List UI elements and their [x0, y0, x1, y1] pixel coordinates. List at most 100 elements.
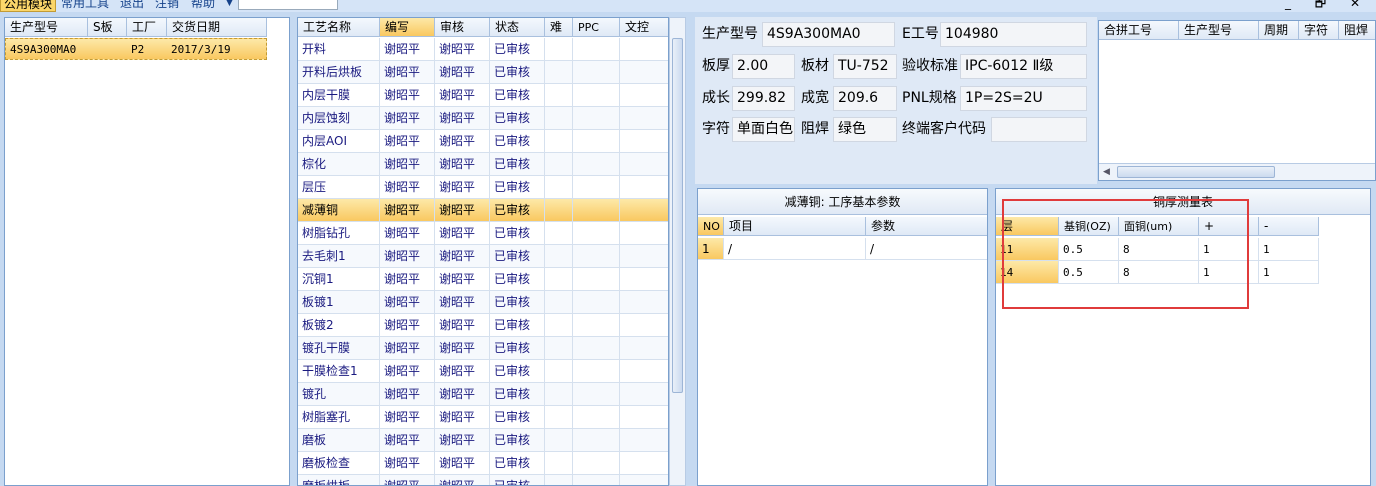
- empty-cell: [573, 130, 620, 153]
- empty-cell: [620, 268, 668, 291]
- param-item: /: [724, 238, 866, 260]
- field-e-number[interactable]: 104980: [940, 22, 1087, 47]
- col-merge-char[interactable]: 字符: [1299, 21, 1339, 40]
- process-status: 已审核: [490, 222, 545, 245]
- empty-cell: [545, 199, 573, 222]
- process-status: 已审核: [490, 38, 545, 61]
- process-status: 已审核: [490, 268, 545, 291]
- splitter-left[interactable]: [290, 17, 297, 486]
- menu-common-tools[interactable]: 常用工具: [58, 0, 112, 12]
- window-controls[interactable]: _ 🗗 ✕: [1285, 0, 1370, 12]
- empty-cell: [620, 61, 668, 84]
- empty-cell: [573, 406, 620, 429]
- merge-grid: 合拼工号 生产型号 周期 字符 阻焊 ◀: [1098, 20, 1376, 181]
- field-length[interactable]: 299.82: [732, 86, 795, 111]
- process-name: 树脂塞孔: [298, 406, 380, 429]
- empty-cell: [545, 130, 573, 153]
- empty-cell: [573, 153, 620, 176]
- field-width[interactable]: 209.6: [833, 86, 897, 111]
- empty-cell: [620, 429, 668, 452]
- col-minus[interactable]: -: [1259, 217, 1319, 236]
- empty-cell: [573, 222, 620, 245]
- label-width: 成宽: [801, 90, 829, 106]
- scroll-thumb[interactable]: [672, 38, 683, 393]
- col-factory[interactable]: 工厂: [127, 18, 167, 37]
- process-name: 层压: [298, 176, 380, 199]
- empty-cell: [620, 406, 668, 429]
- col-item[interactable]: 项目: [724, 217, 866, 236]
- field-pnl[interactable]: 1P=2S=2U: [960, 86, 1087, 111]
- splitter-right[interactable]: [686, 17, 695, 486]
- param-value: /: [866, 238, 987, 260]
- help-dropdown-icon[interactable]: ▼: [223, 0, 236, 12]
- process-name: 板镀2: [298, 314, 380, 337]
- field-thickness[interactable]: 2.00: [732, 54, 795, 79]
- field-material[interactable]: TU-752: [833, 54, 897, 79]
- menu-help[interactable]: 帮助: [188, 0, 218, 12]
- label-model: 生产型号: [702, 26, 758, 42]
- field-standard[interactable]: IPC-6012 Ⅱ级: [960, 54, 1087, 79]
- label-char: 字符: [702, 121, 730, 137]
- col-ppc[interactable]: PPC: [573, 18, 620, 37]
- menu-public-modules[interactable]: 公用模块: [0, 0, 57, 12]
- process-name: 树脂钻孔: [298, 222, 380, 245]
- process-name: 磨板烘板: [298, 475, 380, 485]
- col-difficulty[interactable]: 难: [545, 18, 573, 37]
- process-status: 已审核: [490, 475, 545, 485]
- col-no[interactable]: NO: [698, 217, 724, 236]
- col-status[interactable]: 状态: [490, 18, 545, 37]
- empty-cell: [620, 130, 668, 153]
- quick-select[interactable]: [238, 0, 338, 10]
- field-mask[interactable]: 绿色: [833, 117, 897, 142]
- field-char[interactable]: 单面白色: [732, 117, 795, 142]
- process-writer: 谢昭平: [380, 360, 435, 383]
- empty-cell: [545, 268, 573, 291]
- table-row[interactable]: 4S9A300MA0 P2 2017/3/19: [5, 38, 267, 60]
- process-name: 镀孔干膜: [298, 337, 380, 360]
- scroll-left-icon[interactable]: ◀: [1103, 167, 1110, 177]
- menu-exit[interactable]: 退出: [117, 0, 147, 12]
- process-name: 沉铜1: [298, 268, 380, 291]
- process-name: 内层AOI: [298, 130, 380, 153]
- col-merge-cycle[interactable]: 周期: [1259, 21, 1299, 40]
- process-name: 去毛刺1: [298, 245, 380, 268]
- field-model[interactable]: 4S9A300MA0: [762, 22, 895, 47]
- col-model[interactable]: 生产型号: [5, 18, 88, 37]
- process-writer: 谢昭平: [380, 38, 435, 61]
- col-writer[interactable]: 编写: [380, 18, 435, 37]
- col-value[interactable]: 参数: [866, 217, 987, 236]
- process-scrollbar[interactable]: [669, 17, 686, 486]
- col-delivery-date[interactable]: 交货日期: [167, 18, 267, 37]
- process-reviewer: 谢昭平: [435, 61, 490, 84]
- empty-cell: [573, 38, 620, 61]
- empty-cell: [573, 429, 620, 452]
- col-reviewer[interactable]: 审核: [435, 18, 490, 37]
- empty-cell: [573, 84, 620, 107]
- param-no: 1: [698, 238, 724, 260]
- process-name: 棕化: [298, 153, 380, 176]
- col-merge-mask[interactable]: 阻焊: [1339, 21, 1375, 40]
- menu-logout[interactable]: 注销: [152, 0, 182, 12]
- process-writer: 谢昭平: [380, 199, 435, 222]
- col-merge-no[interactable]: 合拼工号: [1099, 21, 1179, 40]
- col-merge-model[interactable]: 生产型号: [1179, 21, 1259, 40]
- empty-cell: [620, 176, 668, 199]
- process-writer: 谢昭平: [380, 130, 435, 153]
- order-date: 2017/3/19: [171, 43, 231, 56]
- process-name: 磨板: [298, 429, 380, 452]
- merge-scrollbar[interactable]: ◀: [1099, 163, 1375, 180]
- scroll-thumb[interactable]: [1117, 166, 1275, 178]
- empty-cell: [545, 452, 573, 475]
- col-s-board[interactable]: S板: [88, 18, 127, 37]
- process-status: 已审核: [490, 314, 545, 337]
- order-factory: P2: [131, 43, 145, 56]
- empty-cell: [620, 245, 668, 268]
- col-process-name[interactable]: 工艺名称: [298, 18, 380, 37]
- process-status: 已审核: [490, 107, 545, 130]
- process-status: 已审核: [490, 406, 545, 429]
- process-name: 干膜检查1: [298, 360, 380, 383]
- empty-cell: [545, 314, 573, 337]
- col-doc-control[interactable]: 文控: [620, 18, 668, 37]
- field-customer-code[interactable]: [991, 117, 1087, 142]
- process-status: 已审核: [490, 176, 545, 199]
